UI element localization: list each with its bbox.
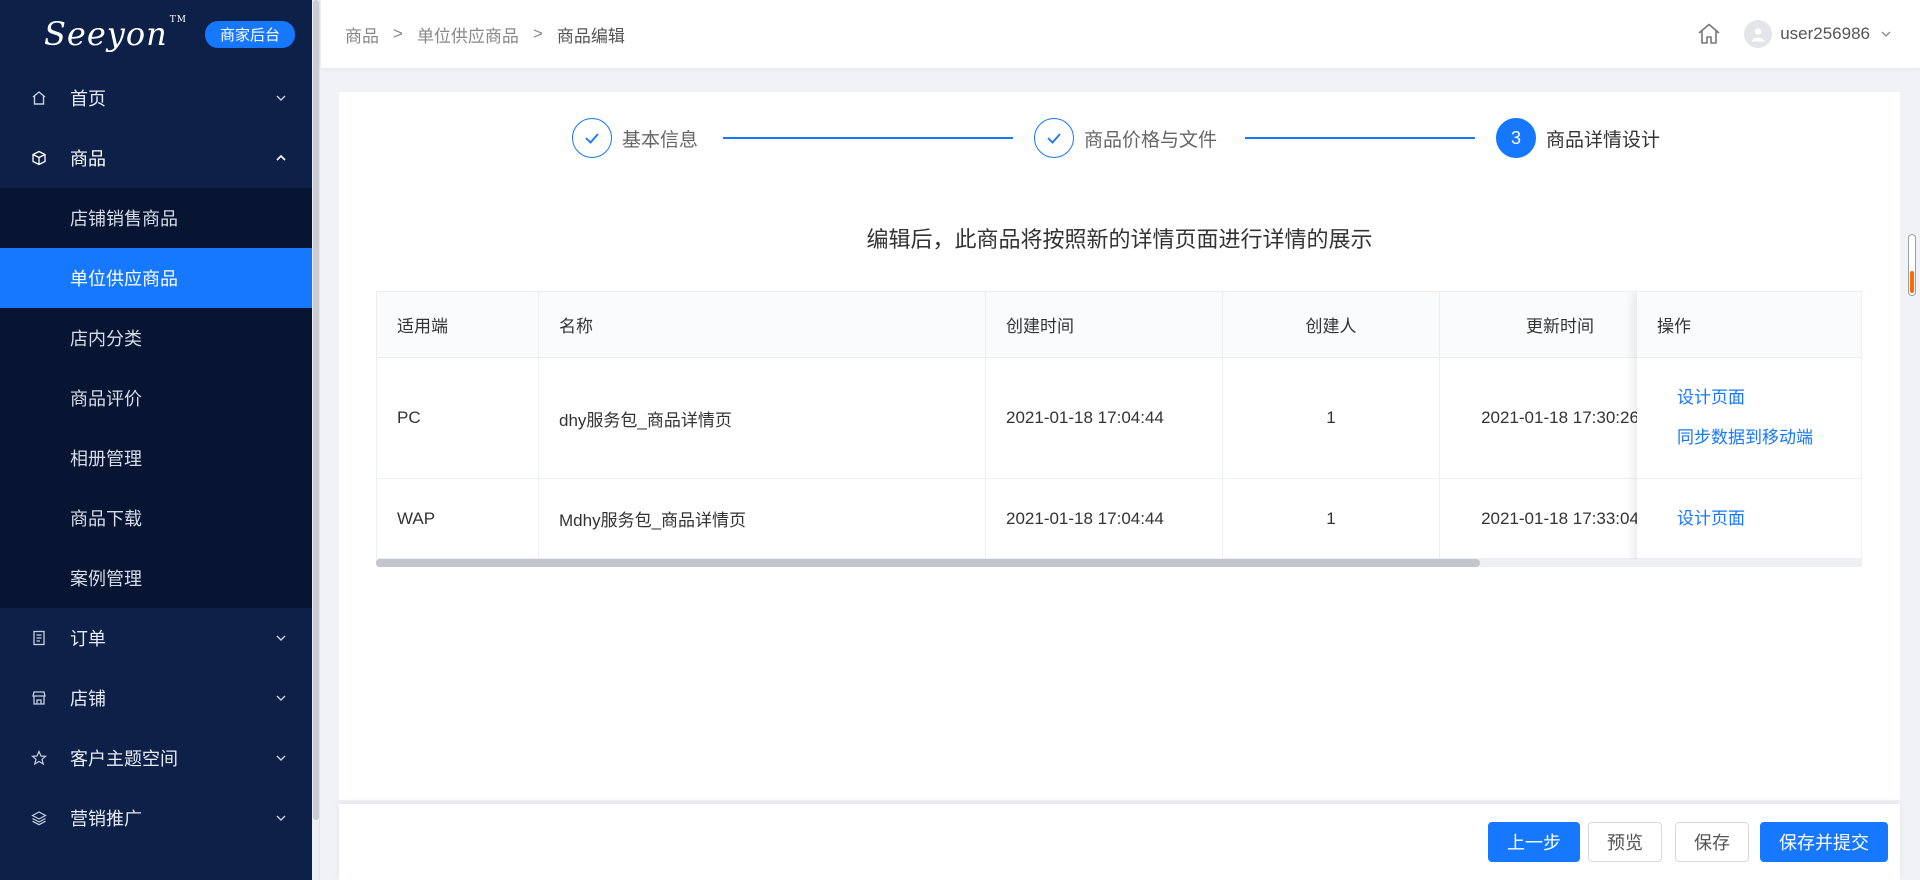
- design-page-link[interactable]: 设计页面: [1677, 378, 1861, 418]
- home-icon: [30, 89, 48, 107]
- document-icon: [30, 629, 48, 647]
- chevron-down-icon: [276, 635, 286, 641]
- row-actions: 设计页面 同步数据到移动端: [1637, 358, 1861, 479]
- fixed-actions-column: 操作 设计页面 同步数据到移动端 设计页面: [1637, 292, 1861, 566]
- menu-group-orders[interactable]: 订单: [0, 608, 312, 668]
- breadcrumb-separator: >: [393, 24, 403, 43]
- cell-created: 2021-01-18 17:04:44: [986, 479, 1223, 558]
- goods-submenu: 店铺销售商品 单位供应商品 店内分类 商品评价 相册管理 商品下载 案例管理: [0, 188, 312, 608]
- step-price-files[interactable]: 商品价格与文件: [1034, 116, 1217, 160]
- menu-group-goods[interactable]: 商品: [0, 128, 312, 188]
- step-label: 商品详情设计: [1546, 129, 1661, 151]
- sidebar-item-case-management[interactable]: 案例管理: [0, 548, 312, 608]
- column-header-platform: 适用端: [377, 292, 539, 357]
- step-indicator: 基本信息 商品价格与文件 3 商品详情设计: [339, 116, 1900, 160]
- save-button[interactable]: 保存: [1675, 822, 1749, 862]
- goods-edit-card: 基本信息 商品价格与文件 3 商品详情设计 编辑后，此商品将按照新的详情页面进行…: [339, 92, 1900, 800]
- breadcrumb-goods[interactable]: 商品: [345, 22, 379, 47]
- top-header: 商品 > 单位供应商品 > 商品编辑 user256986: [321, 0, 1920, 68]
- step-detail-design[interactable]: 3 商品详情设计: [1496, 116, 1660, 160]
- preview-button[interactable]: 预览: [1588, 822, 1662, 862]
- merchant-backend-badge: 商家后台: [204, 20, 295, 48]
- chevron-up-icon: [276, 154, 286, 161]
- menu-group-customer-space[interactable]: 客户主题空间: [0, 728, 312, 788]
- avatar[interactable]: [1744, 20, 1773, 48]
- sidebar-scrollbar[interactable]: [312, 0, 320, 880]
- sidebar-item-store-category[interactable]: 店内分类: [0, 308, 312, 368]
- chevron-down-icon[interactable]: [1880, 28, 1892, 40]
- brand-bar: Seeyon TM 商家后台: [0, 0, 312, 68]
- sidebar-item-album[interactable]: 相册管理: [0, 428, 312, 488]
- sync-to-mobile-link[interactable]: 同步数据到移动端: [1677, 418, 1861, 458]
- chevron-down-icon: [276, 695, 286, 701]
- header-actions: user256986: [1694, 19, 1920, 49]
- sidebar-item-goods-review[interactable]: 商品评价: [0, 368, 312, 428]
- seeyon-logo[interactable]: Seeyon TM: [44, 15, 187, 53]
- menu-group-marketing[interactable]: 营销推广: [0, 788, 312, 848]
- cell-name: Mdhy服务包_商品详情页: [539, 479, 986, 558]
- column-header-created: 创建时间: [986, 292, 1223, 357]
- footer-action-bar: 上一步 预览 保存 保存并提交: [339, 804, 1900, 880]
- table-horizontal-scrollbar[interactable]: [376, 559, 1862, 567]
- page-scrollbar[interactable]: [1908, 234, 1916, 296]
- chevron-down-icon: [276, 755, 286, 761]
- row-actions: 设计页面: [1637, 479, 1861, 559]
- star-icon: [30, 749, 48, 767]
- store-icon: [30, 689, 48, 707]
- breadcrumb-unit-supply[interactable]: 单位供应商品: [417, 22, 519, 47]
- page-scroll-thumb[interactable]: [1910, 271, 1914, 293]
- chevron-down-icon: [276, 95, 286, 101]
- column-header-actions: 操作: [1637, 292, 1861, 358]
- step-number: 3: [1496, 118, 1536, 158]
- cell-creator: 1: [1223, 479, 1440, 558]
- step-connector: [1245, 137, 1475, 139]
- cell-name: dhy服务包_商品详情页: [539, 358, 986, 478]
- step-label: 商品价格与文件: [1084, 129, 1218, 151]
- home-icon[interactable]: [1694, 19, 1724, 49]
- cell-platform: PC: [377, 358, 539, 478]
- cell-creator: 1: [1223, 358, 1440, 478]
- prev-step-button[interactable]: 上一步: [1488, 822, 1580, 862]
- table-scroll-thumb[interactable]: [376, 559, 1480, 567]
- username[interactable]: user256986: [1780, 24, 1870, 44]
- menu-group-store[interactable]: 店铺: [0, 668, 312, 728]
- step-connector: [723, 137, 1013, 139]
- step-basic-info[interactable]: 基本信息: [572, 116, 698, 160]
- layers-icon: [30, 809, 48, 827]
- check-icon: [1034, 118, 1074, 158]
- sidebar-item-store-goods[interactable]: 店铺销售商品: [0, 188, 312, 248]
- menu-group-home[interactable]: 首页: [0, 68, 312, 128]
- save-submit-button[interactable]: 保存并提交: [1760, 822, 1888, 862]
- sidebar-scroll-thumb[interactable]: [313, 0, 319, 820]
- breadcrumb-current: 商品编辑: [556, 26, 625, 46]
- cube-icon: [30, 149, 48, 167]
- column-header-name: 名称: [539, 292, 986, 357]
- chevron-down-icon: [276, 815, 286, 821]
- column-header-creator: 创建人: [1223, 292, 1440, 357]
- sidebar: Seeyon TM 商家后台 首页 商品 店铺销售商品 单位供应商品 店内分类 商…: [0, 0, 312, 880]
- notice-text: 编辑后，此商品将按照新的详情页面进行详情的展示: [866, 227, 1373, 252]
- check-icon: [572, 118, 612, 158]
- breadcrumb: 商品 > 单位供应商品 > 商品编辑: [321, 22, 625, 47]
- sidebar-item-goods-download[interactable]: 商品下载: [0, 488, 312, 548]
- cell-created: 2021-01-18 17:04:44: [986, 358, 1223, 478]
- design-page-link[interactable]: 设计页面: [1677, 499, 1861, 539]
- detail-page-table: 适用端 名称 创建时间 创建人 更新时间 PC dhy服务包_商品详情页 202…: [376, 291, 1862, 567]
- cell-platform: WAP: [377, 479, 539, 558]
- sidebar-item-unit-supply-goods[interactable]: 单位供应商品: [0, 248, 312, 308]
- breadcrumb-separator: >: [532, 24, 543, 43]
- step-label: 基本信息: [622, 129, 699, 151]
